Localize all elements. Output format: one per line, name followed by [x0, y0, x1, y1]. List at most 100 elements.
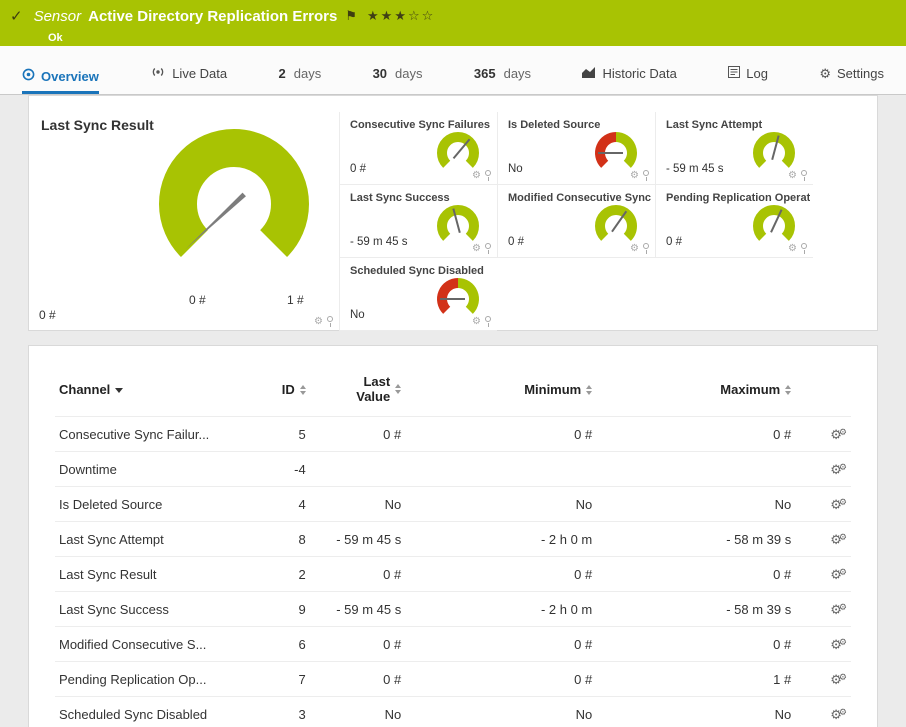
gauge-pin-icon[interactable]	[484, 170, 492, 181]
cell-id: 3	[246, 696, 310, 727]
gear-icon: ⚙	[838, 602, 847, 612]
column-label: Channel	[59, 381, 111, 397]
gear-icon: ⚙	[838, 672, 847, 682]
channel-settings-button[interactable]: ⚙⚙	[830, 532, 847, 547]
cell-channel[interactable]: Downtime	[55, 451, 247, 487]
column-label: Value	[356, 389, 391, 404]
tab-2-days[interactable]: 2 days	[279, 66, 322, 94]
mini-gauge-modified-consecutive-sync-failures[interactable]: Modified Consecutive Sync F... 0 # ⚙	[497, 185, 655, 258]
stars-empty[interactable]: ☆☆	[408, 8, 435, 23]
main-gauge-title: Last Sync Result	[41, 117, 154, 133]
gauge-pin-icon[interactable]	[484, 243, 492, 254]
cell-last-value: 0 #	[309, 626, 406, 662]
mini-gauge-consecutive-sync-failures[interactable]: Consecutive Sync Failures 0 # ⚙	[339, 112, 497, 185]
channel-settings-button[interactable]: ⚙⚙	[830, 637, 847, 652]
gauge-gear-icon[interactable]: ⚙	[630, 243, 639, 254]
column-header-id[interactable]: ID	[246, 364, 310, 417]
gear-icon: ⚙	[838, 637, 847, 647]
table-row[interactable]: Is Deleted Source 4 No No No ⚙⚙	[55, 486, 851, 522]
cell-minimum	[405, 451, 597, 487]
gauge-pin-icon[interactable]	[484, 316, 492, 327]
tab-30-days[interactable]: 30 days	[373, 66, 423, 94]
gauge-gear-icon[interactable]: ⚙	[788, 170, 797, 181]
mini-gauge-scheduled-sync-disabled[interactable]: Scheduled Sync Disabled No ⚙	[339, 258, 497, 331]
gauge-gear-icon[interactable]: ⚙	[630, 170, 639, 181]
cell-channel[interactable]: Modified Consecutive S...	[55, 626, 247, 662]
cell-channel[interactable]: Last Sync Success	[55, 591, 247, 627]
channel-settings-button[interactable]: ⚙⚙	[830, 672, 847, 687]
table-row[interactable]: Last Sync Attempt 8 - 59 m 45 s - 2 h 0 …	[55, 521, 851, 557]
gauge-scale-max: 1 #	[287, 293, 304, 307]
column-header-channel[interactable]: Channel	[55, 364, 246, 417]
channel-settings-button[interactable]: ⚙⚙	[830, 497, 847, 512]
channel-settings-button[interactable]: ⚙⚙	[830, 427, 847, 442]
table-row[interactable]: Pending Replication Op... 7 0 # 0 # 1 # …	[55, 661, 851, 697]
table-row[interactable]: Last Sync Success 9 - 59 m 45 s - 2 h 0 …	[55, 591, 851, 627]
channel-settings-button[interactable]: ⚙⚙	[830, 567, 847, 582]
object-kind-label: Sensor	[33, 7, 82, 25]
mini-gauge-is-deleted-source[interactable]: Is Deleted Source No ⚙	[497, 112, 655, 185]
stars-filled[interactable]: ★★★	[367, 8, 408, 23]
gauge-gear-icon[interactable]: ⚙	[472, 316, 481, 327]
priority-stars[interactable]: ★★★☆☆	[367, 8, 435, 24]
tab-historic-data[interactable]: Historic Data	[582, 66, 677, 94]
gauge-gear-icon[interactable]: ⚙	[472, 170, 481, 181]
tab-settings[interactable]: ⚙ Settings	[819, 66, 884, 94]
sensor-title: Active Directory Replication Errors	[88, 7, 338, 25]
gauge-pin-icon[interactable]	[642, 243, 650, 254]
cell-channel[interactable]: Scheduled Sync Disabled	[55, 696, 247, 727]
mini-gauge-value: - 59 m 45 s	[350, 236, 408, 248]
cell-maximum: 0 #	[596, 416, 796, 452]
cell-id: 8	[246, 521, 310, 557]
mini-gauge-last-sync-success[interactable]: Last Sync Success - 59 m 45 s ⚙	[339, 185, 497, 258]
tab-label: Settings	[836, 66, 884, 81]
flag-icon[interactable]: ⚑	[345, 8, 357, 24]
mini-gauge-last-sync-attempt[interactable]: Last Sync Attempt - 59 m 45 s ⚙	[655, 112, 813, 185]
cell-id: 4	[246, 486, 310, 522]
cell-minimum: 0 #	[405, 556, 597, 592]
cell-minimum: 0 #	[405, 661, 597, 697]
tab-label: Overview	[41, 68, 99, 84]
main-gauge-cell[interactable]: Last Sync Result 0 # 1 # 0 # ⚙	[29, 96, 339, 330]
channel-settings-button[interactable]: ⚙⚙	[830, 462, 847, 477]
tab-label-unit: days	[503, 66, 532, 81]
channel-settings-button[interactable]: ⚙⚙	[830, 707, 847, 722]
cell-maximum: No	[596, 486, 796, 522]
tab-log[interactable]: Log	[728, 66, 768, 94]
cell-maximum: 0 #	[596, 626, 796, 662]
cell-channel[interactable]: Is Deleted Source	[55, 486, 247, 522]
table-row[interactable]: Consecutive Sync Failur... 5 0 # 0 # 0 #…	[55, 416, 851, 452]
channel-settings-button[interactable]: ⚙⚙	[830, 602, 847, 617]
cell-channel[interactable]: Last Sync Result	[55, 556, 247, 592]
cell-minimum: No	[405, 696, 597, 727]
sensor-status-badge: Ok	[48, 32, 63, 44]
tab-live-data[interactable]: Live Data	[150, 66, 227, 94]
table-row[interactable]: Scheduled Sync Disabled 3 No No No ⚙⚙	[55, 696, 851, 727]
cell-channel[interactable]: Last Sync Attempt	[55, 521, 247, 557]
gauge-gear-icon[interactable]: ⚙	[788, 243, 797, 254]
gauge-gear-icon[interactable]: ⚙	[314, 316, 323, 327]
gauge-pin-icon[interactable]	[800, 243, 808, 254]
cell-last-value: - 59 m 45 s	[309, 591, 406, 627]
cell-channel[interactable]: Pending Replication Op...	[55, 661, 247, 697]
table-header-row: Channel ID Last Value Minimum Maximum	[55, 364, 851, 417]
cell-last-value: 0 #	[309, 556, 406, 592]
table-row[interactable]: Modified Consecutive S... 6 0 # 0 # 0 # …	[55, 626, 851, 662]
tab-label-number: 365	[473, 66, 496, 81]
tab-overview[interactable]: Overview	[22, 68, 99, 94]
column-header-last-value[interactable]: Last Value	[310, 364, 406, 417]
gauge-pin-icon[interactable]	[800, 170, 808, 181]
gauge-gear-icon[interactable]: ⚙	[472, 243, 481, 254]
cell-channel[interactable]: Consecutive Sync Failur...	[55, 416, 247, 452]
table-row[interactable]: Downtime -4 ⚙⚙	[55, 451, 851, 487]
gauge-pin-icon[interactable]	[326, 316, 334, 327]
tab-365-days[interactable]: 365 days	[474, 66, 531, 94]
cell-minimum: - 2 h 0 m	[405, 591, 597, 627]
cell-id: 7	[246, 661, 310, 697]
column-header-maximum[interactable]: Maximum	[596, 364, 795, 417]
gauge-pin-icon[interactable]	[642, 170, 650, 181]
column-header-minimum[interactable]: Minimum	[405, 364, 596, 417]
mini-gauge-pending-replication-operations[interactable]: Pending Replication Operatio... 0 # ⚙	[655, 185, 813, 258]
table-row[interactable]: Last Sync Result 2 0 # 0 # 0 # ⚙⚙	[55, 556, 851, 592]
tab-label-number: 30	[372, 66, 388, 81]
